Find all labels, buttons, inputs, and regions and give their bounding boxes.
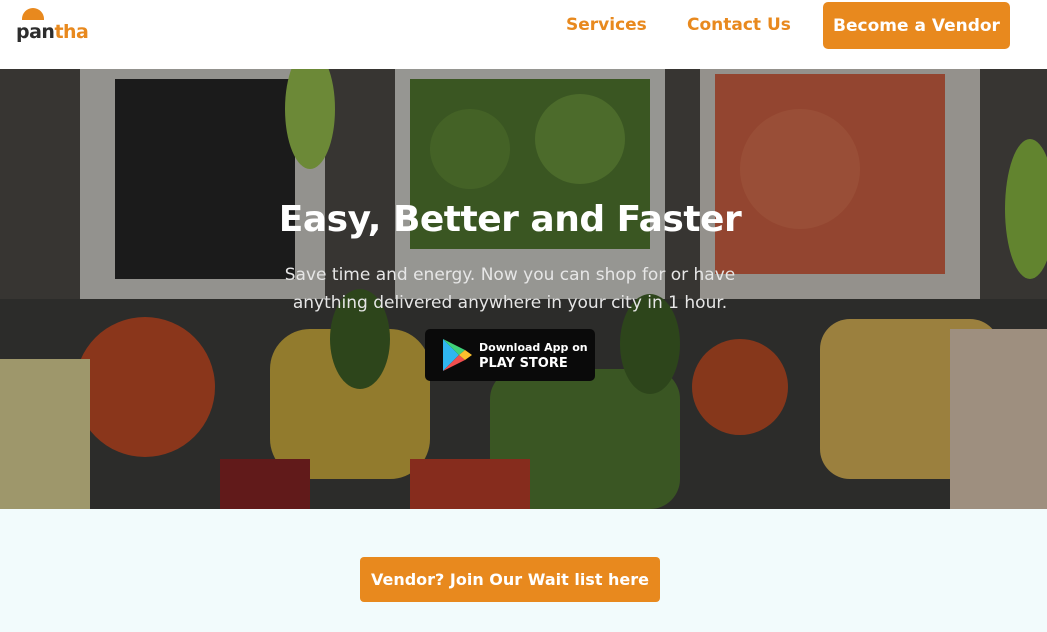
play-store-line2: PLAY STORE: [479, 356, 568, 371]
join-waitlist-button[interactable]: Vendor? Join Our Wait list here: [360, 557, 660, 602]
nav-contact-link[interactable]: Contact Us: [687, 14, 791, 36]
google-play-icon: [443, 339, 472, 371]
play-store-line1: Download App on: [479, 341, 588, 354]
nav-services-link[interactable]: Services: [566, 14, 647, 36]
hero-title: Easy, Better and Faster: [278, 199, 742, 240]
waitlist-section: Vendor? Join Our Wait list here: [0, 509, 1047, 632]
become-vendor-button[interactable]: Become a Vendor: [823, 2, 1010, 49]
play-store-button[interactable]: Download App on PLAY STORE: [425, 329, 595, 381]
logo-text-tha: tha: [54, 21, 89, 43]
hero-section: Easy, Better and Faster Save time and en…: [0, 69, 1047, 509]
site-header: pantha Services Contact Us Become a Vend…: [0, 0, 1047, 69]
logo-text-pan: pan: [16, 21, 55, 43]
logo-wordmark: pantha: [16, 21, 89, 43]
logo-sun-icon: [22, 8, 44, 20]
hero-subtitle: Save time and energy. Now you can shop f…: [284, 265, 736, 313]
pantha-logo[interactable]: pantha: [16, 8, 89, 46]
